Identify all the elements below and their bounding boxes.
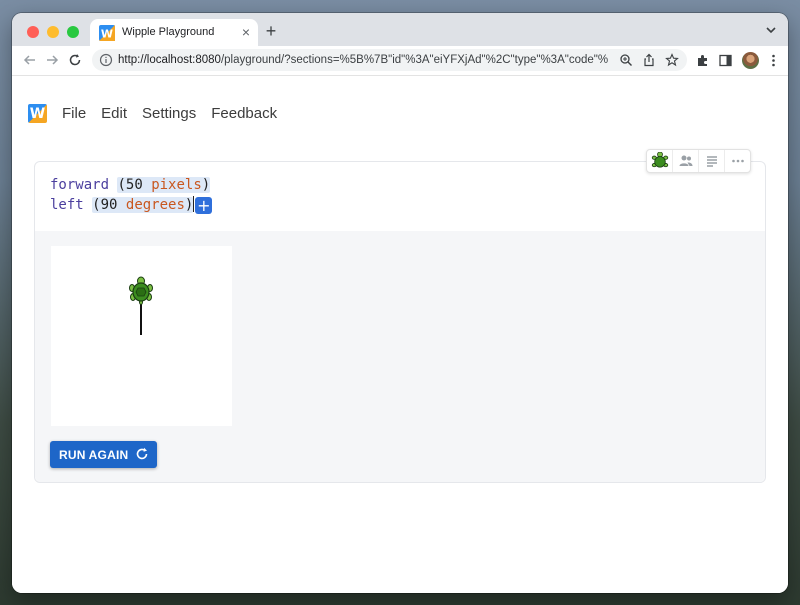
wipple-favicon-icon: W xyxy=(99,25,115,41)
menu-settings[interactable]: Settings xyxy=(142,104,196,123)
turtle-icon xyxy=(651,152,668,168)
close-paren: ) xyxy=(201,177,211,193)
page-content: W File Edit Settings Feedback forward (5… xyxy=(12,76,788,593)
close-paren: ) xyxy=(184,197,194,213)
zoom-icon[interactable] xyxy=(619,53,633,67)
text-cursor xyxy=(193,196,195,212)
argument-value: 90 xyxy=(100,197,118,213)
url-text[interactable]: http://localhost:8080/playground/?sectio… xyxy=(118,53,608,67)
address-bar[interactable]: http://localhost:8080/playground/?sectio… xyxy=(92,49,687,71)
turtle-icon xyxy=(129,276,153,305)
tab-strip: W Wipple Playground × + xyxy=(12,13,788,46)
more-vertical-icon[interactable] xyxy=(766,53,781,68)
menu-feedback[interactable]: Feedback xyxy=(211,104,277,123)
open-paren: ( xyxy=(117,177,126,193)
browser-toolbar: http://localhost:8080/playground/?sectio… xyxy=(12,46,788,76)
argument-value: 50 xyxy=(125,177,143,193)
command-keyword: left xyxy=(50,197,84,213)
url-host: http://localhost:8080 xyxy=(118,54,221,66)
svg-text:W: W xyxy=(101,28,113,41)
reload-icon[interactable] xyxy=(67,52,83,68)
forward-arrow-icon[interactable] xyxy=(44,52,60,68)
menu-bar: File Edit Settings Feedback xyxy=(62,104,292,123)
tab-title: Wipple Playground xyxy=(122,26,215,38)
code-editor[interactable]: forward (50 pixels) left (90 degrees) + xyxy=(50,175,213,215)
extensions-puzzle-icon[interactable] xyxy=(695,53,710,68)
profile-avatar[interactable] xyxy=(742,52,759,69)
add-code-button[interactable]: + xyxy=(195,197,213,214)
text-lines-icon[interactable] xyxy=(699,150,725,172)
refresh-icon xyxy=(135,447,149,461)
wipple-logo[interactable]: W xyxy=(28,104,47,123)
turtle-canvas xyxy=(51,246,232,426)
run-again-button[interactable]: RUN AGAIN xyxy=(50,441,157,468)
browser-window: W Wipple Playground × + http://localhost… xyxy=(12,13,788,593)
code-line-1[interactable]: forward (50 pixels) xyxy=(50,175,212,195)
close-window-button[interactable] xyxy=(27,26,39,38)
more-horizontal-icon[interactable] xyxy=(725,150,750,172)
code-section: forward (50 pixels) left (90 degrees)+ xyxy=(34,161,766,483)
output-panel: RUN AGAIN xyxy=(35,231,765,482)
maximize-window-button[interactable] xyxy=(67,26,79,38)
chevron-down-icon[interactable] xyxy=(764,23,778,37)
run-again-label: RUN AGAIN xyxy=(59,447,129,462)
url-path: /playground/?sections=%5B%7B"id"%3A"eiYF… xyxy=(220,54,608,66)
code-line-2[interactable]: left (90 degrees) + xyxy=(50,195,213,215)
tab-close-icon[interactable]: × xyxy=(242,24,250,40)
argument-chip[interactable]: (90 degrees) xyxy=(92,197,194,213)
side-panel-icon[interactable] xyxy=(718,53,733,68)
command-keyword: forward xyxy=(50,177,110,193)
argument-unit: pixels xyxy=(151,177,202,193)
info-icon[interactable] xyxy=(99,53,113,67)
share-icon[interactable] xyxy=(642,53,656,67)
bookmark-star-icon[interactable] xyxy=(665,53,679,67)
menu-edit[interactable]: Edit xyxy=(101,104,127,123)
open-paren: ( xyxy=(92,197,101,213)
turtle-mode-button[interactable] xyxy=(647,150,673,172)
people-icon[interactable] xyxy=(673,150,699,172)
argument-chip[interactable]: (50 pixels) xyxy=(117,177,211,193)
argument-unit: degrees xyxy=(125,197,185,213)
minimize-window-button[interactable] xyxy=(47,26,59,38)
menu-file[interactable]: File xyxy=(62,104,86,123)
browser-tab[interactable]: W Wipple Playground × xyxy=(90,19,258,46)
back-arrow-icon[interactable] xyxy=(22,52,38,68)
section-toolbar xyxy=(646,149,751,173)
new-tab-button[interactable]: + xyxy=(261,21,281,41)
